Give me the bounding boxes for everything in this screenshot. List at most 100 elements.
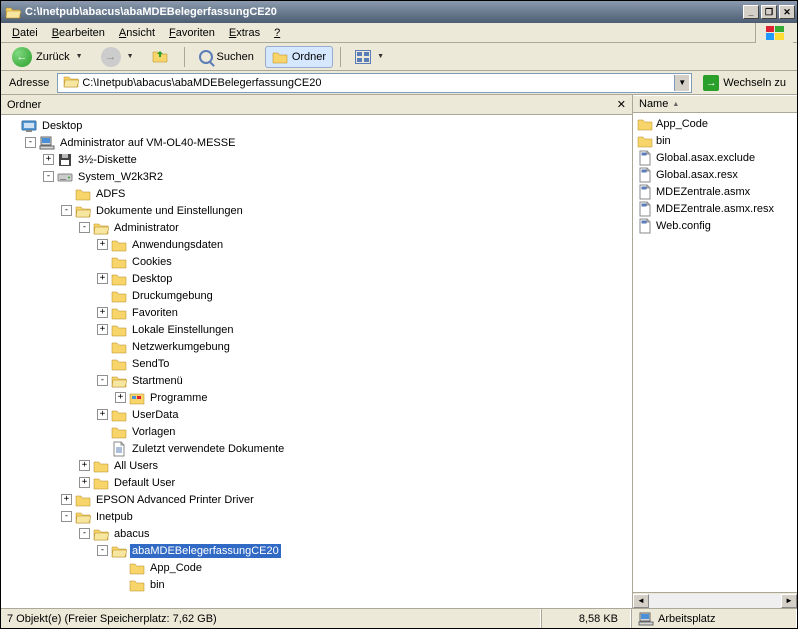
expand-icon[interactable]: + [79,460,90,471]
tree-row[interactable]: - Inetpub [1,508,632,525]
expand-icon[interactable]: + [115,392,126,403]
folders-button[interactable]: Ordner [265,46,333,68]
tree-item-label[interactable]: Druckumgebung [130,289,215,303]
tree-item-label[interactable]: SendTo [130,357,171,371]
tree-row[interactable]: + Default User [1,474,632,491]
menu-hilfe[interactable]: ? [267,25,287,41]
address-dropdown-icon[interactable]: ▼ [674,75,689,91]
tree-row[interactable]: Netzwerkumgebung [1,338,632,355]
list-item[interactable]: Web.config [633,217,797,234]
tree-row[interactable]: - abacus [1,525,632,542]
titlebar[interactable]: C:\Inetpub\abacus\abaMDEBelegerfassungCE… [1,1,797,23]
forward-button[interactable]: → ▼ [94,46,141,68]
tree-item-label[interactable]: Cookies [130,255,174,269]
tree-row[interactable]: +Anwendungsdaten [1,236,632,253]
tree-item-label[interactable]: bin [148,578,167,592]
tree-item-label[interactable]: System_W2k3R2 [76,170,165,184]
list-item[interactable]: bin [633,132,797,149]
list-item[interactable]: Global.asax.exclude [633,149,797,166]
tree-row[interactable]: Druckumgebung [1,287,632,304]
file-list[interactable]: App_Codebin Global.asax.exclude Global.asa… [633,113,797,592]
expand-icon[interactable]: + [97,324,108,335]
tree-row[interactable]: +Desktop [1,270,632,287]
tree-row[interactable]: + EPSON Advanced Printer Driver [1,491,632,508]
list-item-label[interactable]: App_Code [656,118,708,130]
tree-row[interactable]: SendTo [1,355,632,372]
list-item-label[interactable]: Web.config [656,220,711,232]
list-item-label[interactable]: bin [656,135,671,147]
scroll-right-icon[interactable]: ► [781,594,797,608]
tree-item-label[interactable]: Vorlagen [130,425,177,439]
collapse-icon[interactable]: - [43,171,54,182]
tree-row[interactable]: ADFS [1,185,632,202]
tree-row[interactable]: Desktop [1,117,632,134]
tree-item-label[interactable]: abacus [112,527,151,541]
tree-item-label[interactable]: Desktop [130,272,174,286]
expand-icon[interactable]: + [61,494,72,505]
tree-item-label[interactable]: Default User [112,476,177,490]
collapse-icon[interactable]: - [61,511,72,522]
back-button[interactable]: ← Zurück ▼ [5,46,90,68]
views-dropdown-icon[interactable]: ▼ [377,53,384,60]
list-item-label[interactable]: Global.asax.exclude [656,152,755,164]
tree-item-label[interactable]: Lokale Einstellungen [130,323,236,337]
tree-item-label[interactable]: Netzwerkumgebung [130,340,232,354]
collapse-icon[interactable]: - [25,137,36,148]
views-button[interactable]: ▼ [348,46,391,68]
tree-item-label[interactable]: Inetpub [94,510,135,524]
tree-row[interactable]: + Programme [1,389,632,406]
scroll-track[interactable] [649,594,781,608]
minimize-button[interactable]: _ [743,5,759,19]
list-item[interactable]: Global.asax.resx [633,166,797,183]
tree-item-label[interactable]: abaMDEBelegerfassungCE20 [130,544,281,558]
expand-icon[interactable]: + [79,477,90,488]
list-item[interactable]: MDEZentrale.asmx.resx [633,200,797,217]
menu-bearbeiten[interactable]: Bearbeiten [45,25,112,41]
tree-row[interactable]: - abaMDEBelegerfassungCE20 [1,542,632,559]
maximize-button[interactable]: ❐ [761,5,777,19]
tree-item-label[interactable]: Zuletzt verwendete Dokumente [130,442,286,456]
tree-row[interactable]: Vorlagen [1,423,632,440]
address-path[interactable]: C:\Inetpub\abacus\abaMDEBelegerfassungCE… [82,77,674,89]
forward-dropdown-icon[interactable]: ▼ [127,53,134,60]
tree-row[interactable]: +3½-Diskette [1,151,632,168]
tree-item-label[interactable]: EPSON Advanced Printer Driver [94,493,256,507]
tree-item-label[interactable]: Startmenü [130,374,185,388]
menu-extras[interactable]: Extras [222,25,267,41]
scroll-left-icon[interactable]: ◄ [633,594,649,608]
expand-icon[interactable]: + [43,154,54,165]
up-button[interactable] [145,46,177,68]
close-button[interactable]: ✕ [779,5,795,19]
tree-item-label[interactable]: All Users [112,459,160,473]
collapse-icon[interactable]: - [79,528,90,539]
tree-item-label[interactable]: Programme [148,391,209,405]
tree-row[interactable]: Zuletzt verwendete Dokumente [1,440,632,457]
expand-icon[interactable]: + [97,307,108,318]
tree-item-label[interactable]: App_Code [148,561,204,575]
menu-favoriten[interactable]: Favoriten [162,25,222,41]
menu-datei[interactable]: Datei [5,25,45,41]
tree-item-label[interactable]: ADFS [94,187,127,201]
tree-item-label[interactable]: UserData [130,408,180,422]
tree-item-label[interactable]: Dokumente und Einstellungen [94,204,245,218]
tree-item-label[interactable]: Administrator auf VM-OL40-MESSE [58,136,237,150]
collapse-icon[interactable]: - [79,222,90,233]
tree-item-label[interactable]: Administrator [112,221,181,235]
folder-tree[interactable]: Desktop-Administrator auf VM-OL40-MESSE+… [1,115,632,608]
address-combo[interactable]: C:\Inetpub\abacus\abaMDEBelegerfassungCE… [57,73,692,93]
tree-item-label[interactable]: Favoriten [130,306,180,320]
expand-icon[interactable]: + [97,239,108,250]
collapse-icon[interactable]: - [97,375,108,386]
tree-row[interactable]: bin [1,576,632,593]
back-dropdown-icon[interactable]: ▼ [76,53,83,60]
tree-row[interactable]: App_Code [1,559,632,576]
tree-row[interactable]: - Startmenü [1,372,632,389]
list-item-label[interactable]: Global.asax.resx [656,169,738,181]
tree-row[interactable]: - Administrator [1,219,632,236]
column-header-name[interactable]: Name ▲ [633,95,797,113]
search-button[interactable]: Suchen [192,46,261,68]
collapse-icon[interactable]: - [61,205,72,216]
folders-pane-close-icon[interactable]: ✕ [617,98,626,111]
tree-row[interactable]: + All Users [1,457,632,474]
collapse-icon[interactable]: - [97,545,108,556]
